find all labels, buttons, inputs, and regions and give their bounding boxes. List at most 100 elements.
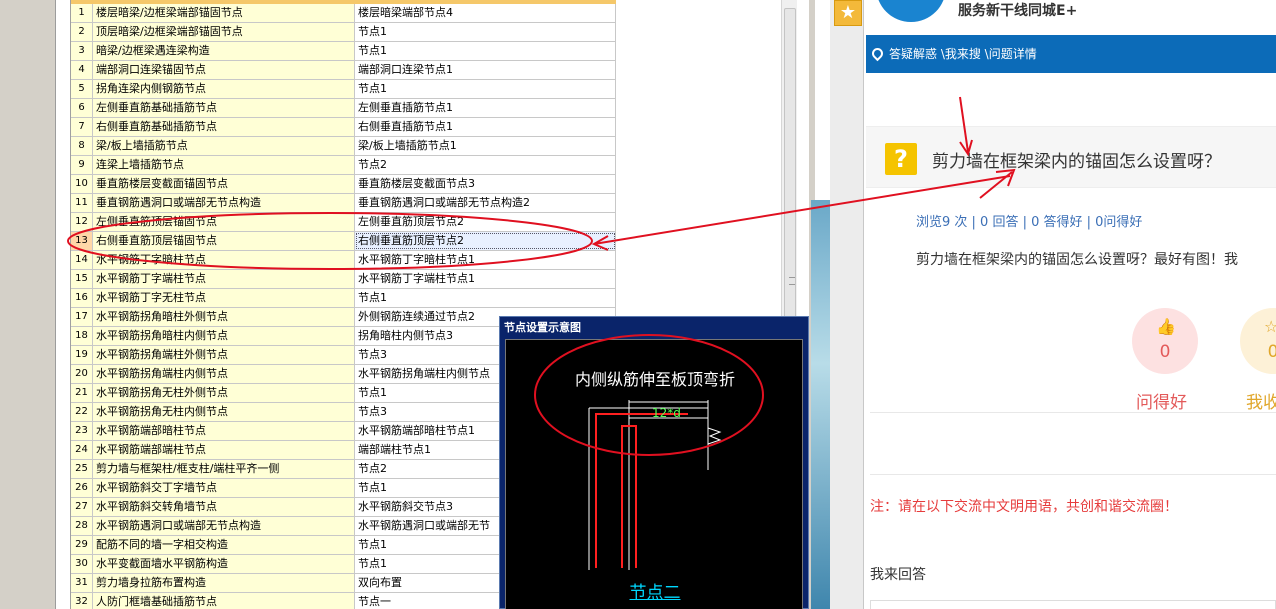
setting-value-cell[interactable]: 节点2 [355, 156, 616, 174]
table-row[interactable]: 8 梁/板上墙插筋节点 梁/板上墙插筋节点1 [71, 137, 616, 156]
row-number: 3 [71, 42, 93, 60]
question-body: 剪力墙在框架梁内的锚固怎么设置呀？最好有图！我 [916, 252, 1238, 268]
setting-value-cell[interactable]: 水平钢筋丁字暗柱节点1 [355, 251, 616, 269]
diagram-caption: 内侧纵筋伸至板顶弯折 [574, 370, 735, 389]
setting-value-cell[interactable]: 梁/板上墙插筋节点1 [355, 137, 616, 155]
setting-name-cell: 水平变截面墙水平钢筋构造 [93, 555, 355, 573]
row-number: 8 [71, 137, 93, 155]
divider [870, 474, 1276, 475]
row-number: 26 [71, 479, 93, 497]
setting-name-cell: 楼层暗梁/边框梁端部锚固节点 [93, 4, 355, 22]
breadcrumb[interactable]: 答疑解惑 \我来搜 \问题详情 [889, 47, 1037, 61]
table-row[interactable]: 9 连梁上墙插筋节点 节点2 [71, 156, 616, 175]
setting-value-cell[interactable]: 楼层暗梁端部节点4 [355, 4, 616, 22]
row-number: 16 [71, 289, 93, 307]
setting-name-cell: 左侧垂直筋基础插筋节点 [93, 99, 355, 117]
table-row[interactable]: 16 水平钢筋丁字无柱节点 节点1 [71, 289, 616, 308]
setting-value-cell[interactable]: 左侧垂直筋顶层节点2 [355, 213, 616, 231]
setting-name-cell: 人防门框墙基础插筋节点 [93, 593, 355, 609]
row-number: 11 [71, 194, 93, 212]
rebar-lines [595, 413, 688, 568]
favorite-button[interactable]: ☆ 0 [1240, 308, 1276, 374]
setting-name-cell: 梁/板上墙插筋节点 [93, 137, 355, 155]
answer-input[interactable] [870, 600, 1276, 609]
setting-name-cell: 水平钢筋丁字端柱节点 [93, 270, 355, 288]
setting-name-cell: 水平钢筋拐角无柱内侧节点 [93, 403, 355, 421]
left-panel-background [0, 0, 56, 609]
setting-value-cell[interactable]: 垂直钢筋遇洞口或端部无节点构造2 [355, 194, 616, 212]
question-mark-icon: ? [885, 143, 917, 175]
like-button[interactable]: 👍 0 [1132, 308, 1198, 374]
setting-value-cell[interactable]: 端部洞口连梁节点1 [355, 61, 616, 79]
row-number: 1 [71, 4, 93, 22]
setting-name-cell: 水平钢筋拐角端柱内侧节点 [93, 365, 355, 383]
setting-value-cell[interactable]: 节点1 [355, 80, 616, 98]
row-number: 15 [71, 270, 93, 288]
table-row[interactable]: 15 水平钢筋丁字端柱节点 水平钢筋丁字端柱节点1 [71, 270, 616, 289]
row-number: 10 [71, 175, 93, 193]
setting-value-cell[interactable]: 左侧垂直插筋节点1 [355, 99, 616, 117]
dimension-label: 12*d [652, 406, 681, 420]
setting-value-cell[interactable]: 节点1 [355, 42, 616, 60]
setting-name-cell: 垂直筋楼层变截面锚固节点 [93, 175, 355, 193]
setting-name-cell: 水平钢筋端部端柱节点 [93, 441, 355, 459]
table-row[interactable]: 1 楼层暗梁/边框梁端部锚固节点 楼层暗梁端部节点4 [71, 4, 616, 23]
row-number: 6 [71, 99, 93, 117]
setting-name-cell: 水平钢筋拐角端柱外侧节点 [93, 346, 355, 364]
setting-value-cell[interactable]: 水平钢筋丁字端柱节点1 [355, 270, 616, 288]
scrollbar-grip [789, 277, 795, 285]
table-row[interactable]: 13 右侧垂直筋顶层锚固节点 右侧垂直筋顶层节点2 [71, 232, 616, 251]
desktop-background-strip [811, 200, 832, 609]
setting-name-cell: 顶层暗梁/边框梁端部锚固节点 [93, 23, 355, 41]
setting-name-cell: 水平钢筋拐角暗柱内侧节点 [93, 327, 355, 345]
setting-name-cell: 右侧垂直筋基础插筋节点 [93, 118, 355, 136]
civility-notice: 注：请在以下交流中文明用语，共创和谐交流圈！ [870, 499, 1178, 515]
node-label-link[interactable]: 节点二 [506, 578, 804, 603]
row-number: 25 [71, 460, 93, 478]
table-row[interactable]: 6 左侧垂直筋基础插筋节点 左侧垂直插筋节点1 [71, 99, 616, 118]
setting-value-cell[interactable]: 垂直筋楼层变截面节点3 [355, 175, 616, 193]
table-row[interactable]: 10 垂直筋楼层变截面锚固节点 垂直筋楼层变截面节点3 [71, 175, 616, 194]
thumbs-up-icon: 👍 [1156, 317, 1176, 336]
table-row[interactable]: 4 端部洞口连梁锚固节点 端部洞口连梁节点1 [71, 61, 616, 80]
qa-webpage: 服务新干线同城E+ 答疑解惑 \我来搜 \问题详情 ? 剪力墙在框架梁内的锚固怎… [866, 0, 1276, 609]
table-row[interactable]: 2 顶层暗梁/边框梁端部锚固节点 节点1 [71, 23, 616, 42]
breadcrumb-bar: 答疑解惑 \我来搜 \问题详情 [866, 35, 1276, 73]
question-stats: 浏览9 次 | 0 回答 | 0 答得好 | 0问得好 [916, 215, 1143, 230]
table-row[interactable]: 14 水平钢筋丁字暗柱节点 水平钢筋丁字暗柱节点1 [71, 251, 616, 270]
setting-value-cell[interactable]: 节点1 [355, 23, 616, 41]
like-count: 0 [1159, 342, 1171, 362]
setting-name-cell: 水平钢筋斜交丁字墙节点 [93, 479, 355, 497]
site-logo[interactable] [876, 0, 946, 22]
row-number: 4 [71, 61, 93, 79]
like-label: 问得好 [1136, 393, 1187, 413]
table-row[interactable]: 5 拐角连梁内侧钢筋节点 节点1 [71, 80, 616, 99]
row-number: 28 [71, 517, 93, 535]
table-row[interactable]: 12 左侧垂直筋顶层锚固节点 左侧垂直筋顶层节点2 [71, 213, 616, 232]
row-number: 21 [71, 384, 93, 402]
row-number: 27 [71, 498, 93, 516]
row-number: 18 [71, 327, 93, 345]
setting-name-cell: 端部洞口连梁锚固节点 [93, 61, 355, 79]
row-number: 12 [71, 213, 93, 231]
favorites-strip [830, 0, 864, 609]
row-number: 22 [71, 403, 93, 421]
star-icon[interactable]: ★ [834, 0, 862, 26]
row-number: 17 [71, 308, 93, 326]
setting-value-cell[interactable]: 节点1 [355, 289, 616, 307]
setting-name-cell: 垂直钢筋遇洞口或端部无节点构造 [93, 194, 355, 212]
row-number: 14 [71, 251, 93, 269]
setting-name-cell: 水平钢筋端部暗柱节点 [93, 422, 355, 440]
table-row[interactable]: 11 垂直钢筋遇洞口或端部无节点构造 垂直钢筋遇洞口或端部无节点构造2 [71, 194, 616, 213]
setting-value-cell[interactable]: 右侧垂直筋顶层节点2 [355, 232, 616, 250]
site-brand: 服务新干线同城E+ [958, 3, 1078, 19]
row-number: 29 [71, 536, 93, 554]
row-number: 5 [71, 80, 93, 98]
table-row[interactable]: 3 暗梁/边框梁遇连梁构造 节点1 [71, 42, 616, 61]
popup-title: 节点设置示意图 [504, 321, 581, 334]
table-row[interactable]: 7 右侧垂直筋基础插筋节点 右侧垂直插筋节点1 [71, 118, 616, 137]
setting-name-cell: 水平钢筋遇洞口或端部无节点构造 [93, 517, 355, 535]
setting-name-cell: 剪力墙身拉筋布置构造 [93, 574, 355, 592]
setting-value-cell[interactable]: 右侧垂直插筋节点1 [355, 118, 616, 136]
favorite-count: 0 [1267, 342, 1276, 362]
